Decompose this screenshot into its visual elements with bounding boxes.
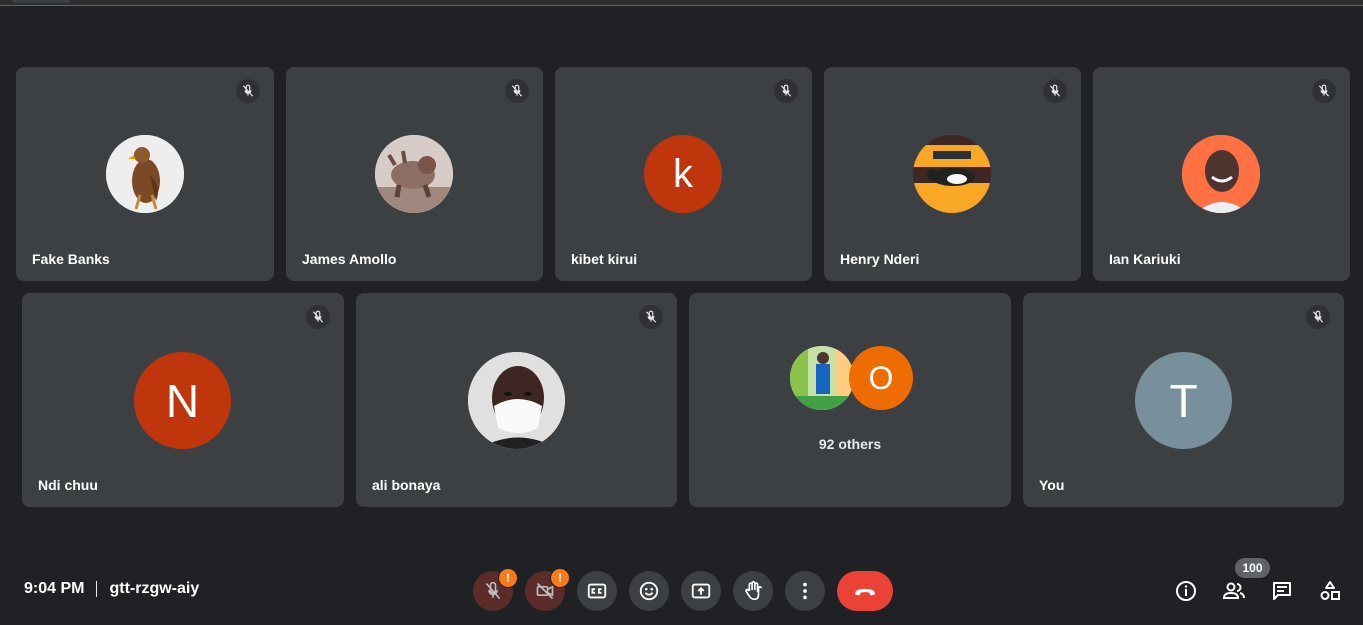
participant-tile-fake-banks[interactable]: Fake Banks	[16, 67, 274, 281]
participant-tile-ali-bonaya[interactable]: ali bonaya	[356, 293, 677, 507]
present-screen-button[interactable]	[681, 571, 721, 611]
participant-name: Ndi chuu	[38, 477, 98, 493]
mic-off-icon	[236, 79, 260, 103]
meeting-code: gtt-rzgw-aiy	[109, 580, 200, 597]
chat-icon	[1273, 582, 1291, 600]
participant-name: Ian Kariuki	[1109, 251, 1181, 267]
avatar-photo	[106, 135, 184, 213]
participant-name: Fake Banks	[32, 251, 110, 267]
participant-name: Henry Nderi	[840, 251, 920, 267]
others-count-label: 92 others	[818, 436, 882, 452]
activities-icon	[1320, 581, 1340, 600]
avatar-photo	[790, 346, 854, 410]
mic-off-icon	[1312, 79, 1336, 103]
avatar-letter: T	[1169, 374, 1198, 427]
participant-tile-henry-nderi[interactable]: Henry Nderi	[824, 67, 1081, 281]
participant-count-badge: 100	[1235, 558, 1270, 578]
warning-badge: !	[498, 568, 518, 588]
mic-toggle-button[interactable]: !	[473, 568, 518, 611]
people-button[interactable]	[1219, 576, 1249, 606]
hand-icon	[745, 581, 763, 601]
mic-off-icon	[639, 305, 663, 329]
present-screen-icon	[691, 583, 711, 599]
tab-edge	[12, 0, 70, 3]
avatar-photo	[913, 135, 991, 213]
avatar-letter: O	[868, 359, 894, 396]
people-icon	[1222, 582, 1245, 599]
others-tile[interactable]: O 92 others	[689, 293, 1011, 507]
leave-call-button[interactable]	[837, 571, 893, 611]
mic-off-icon	[774, 79, 798, 103]
mic-off-icon	[505, 79, 529, 103]
meeting-info-button[interactable]	[1171, 576, 1201, 606]
more-options-button[interactable]	[785, 571, 825, 611]
raise-hand-button[interactable]	[733, 571, 773, 611]
avatar-photo	[468, 352, 565, 449]
avatar-photo	[1182, 135, 1260, 213]
avatar-initial: k	[644, 135, 722, 213]
info-icon	[1176, 581, 1196, 601]
captions-button[interactable]	[577, 571, 617, 611]
avatar-letter: k	[673, 151, 693, 196]
meeting-details: 9:04 PM gtt-rzgw-aiy	[24, 580, 199, 598]
chat-button[interactable]	[1267, 576, 1297, 606]
emoji-icon	[639, 581, 659, 601]
mic-off-icon	[1043, 79, 1067, 103]
participant-name: You	[1039, 477, 1065, 493]
avatar-photo	[375, 135, 453, 213]
reactions-button[interactable]	[629, 571, 669, 611]
browser-top-edge	[0, 0, 1363, 6]
warning-badge: !	[550, 568, 570, 588]
participant-tile-james-amollo[interactable]: James Amollo	[286, 67, 543, 281]
avatar-initial: O	[849, 346, 913, 410]
call-end-icon	[855, 588, 875, 596]
participant-name: kibet kirui	[571, 251, 638, 267]
mic-off-icon	[1306, 305, 1330, 329]
more-vert-icon	[803, 582, 807, 600]
participant-tile-ian-kariuki[interactable]: Ian Kariuki	[1093, 67, 1350, 281]
participant-tile-kibet-kirui[interactable]: k kibet kirui	[555, 67, 812, 281]
camera-toggle-button[interactable]: !	[525, 568, 570, 611]
mic-off-icon	[306, 305, 330, 329]
closed-caption-icon	[587, 583, 607, 599]
participant-name: ali bonaya	[372, 477, 441, 493]
avatar-initial: N	[134, 352, 231, 449]
activities-button[interactable]	[1315, 576, 1345, 606]
avatar-initial: T	[1135, 352, 1232, 449]
participant-name: James Amollo	[302, 251, 397, 267]
avatar-letter: N	[165, 374, 200, 427]
meeting-time: 9:04 PM	[24, 580, 85, 597]
participant-tile-ndi-chuu[interactable]: N Ndi chuu	[22, 293, 344, 507]
participant-tile-you[interactable]: T You	[1023, 293, 1344, 507]
divider	[96, 581, 98, 597]
